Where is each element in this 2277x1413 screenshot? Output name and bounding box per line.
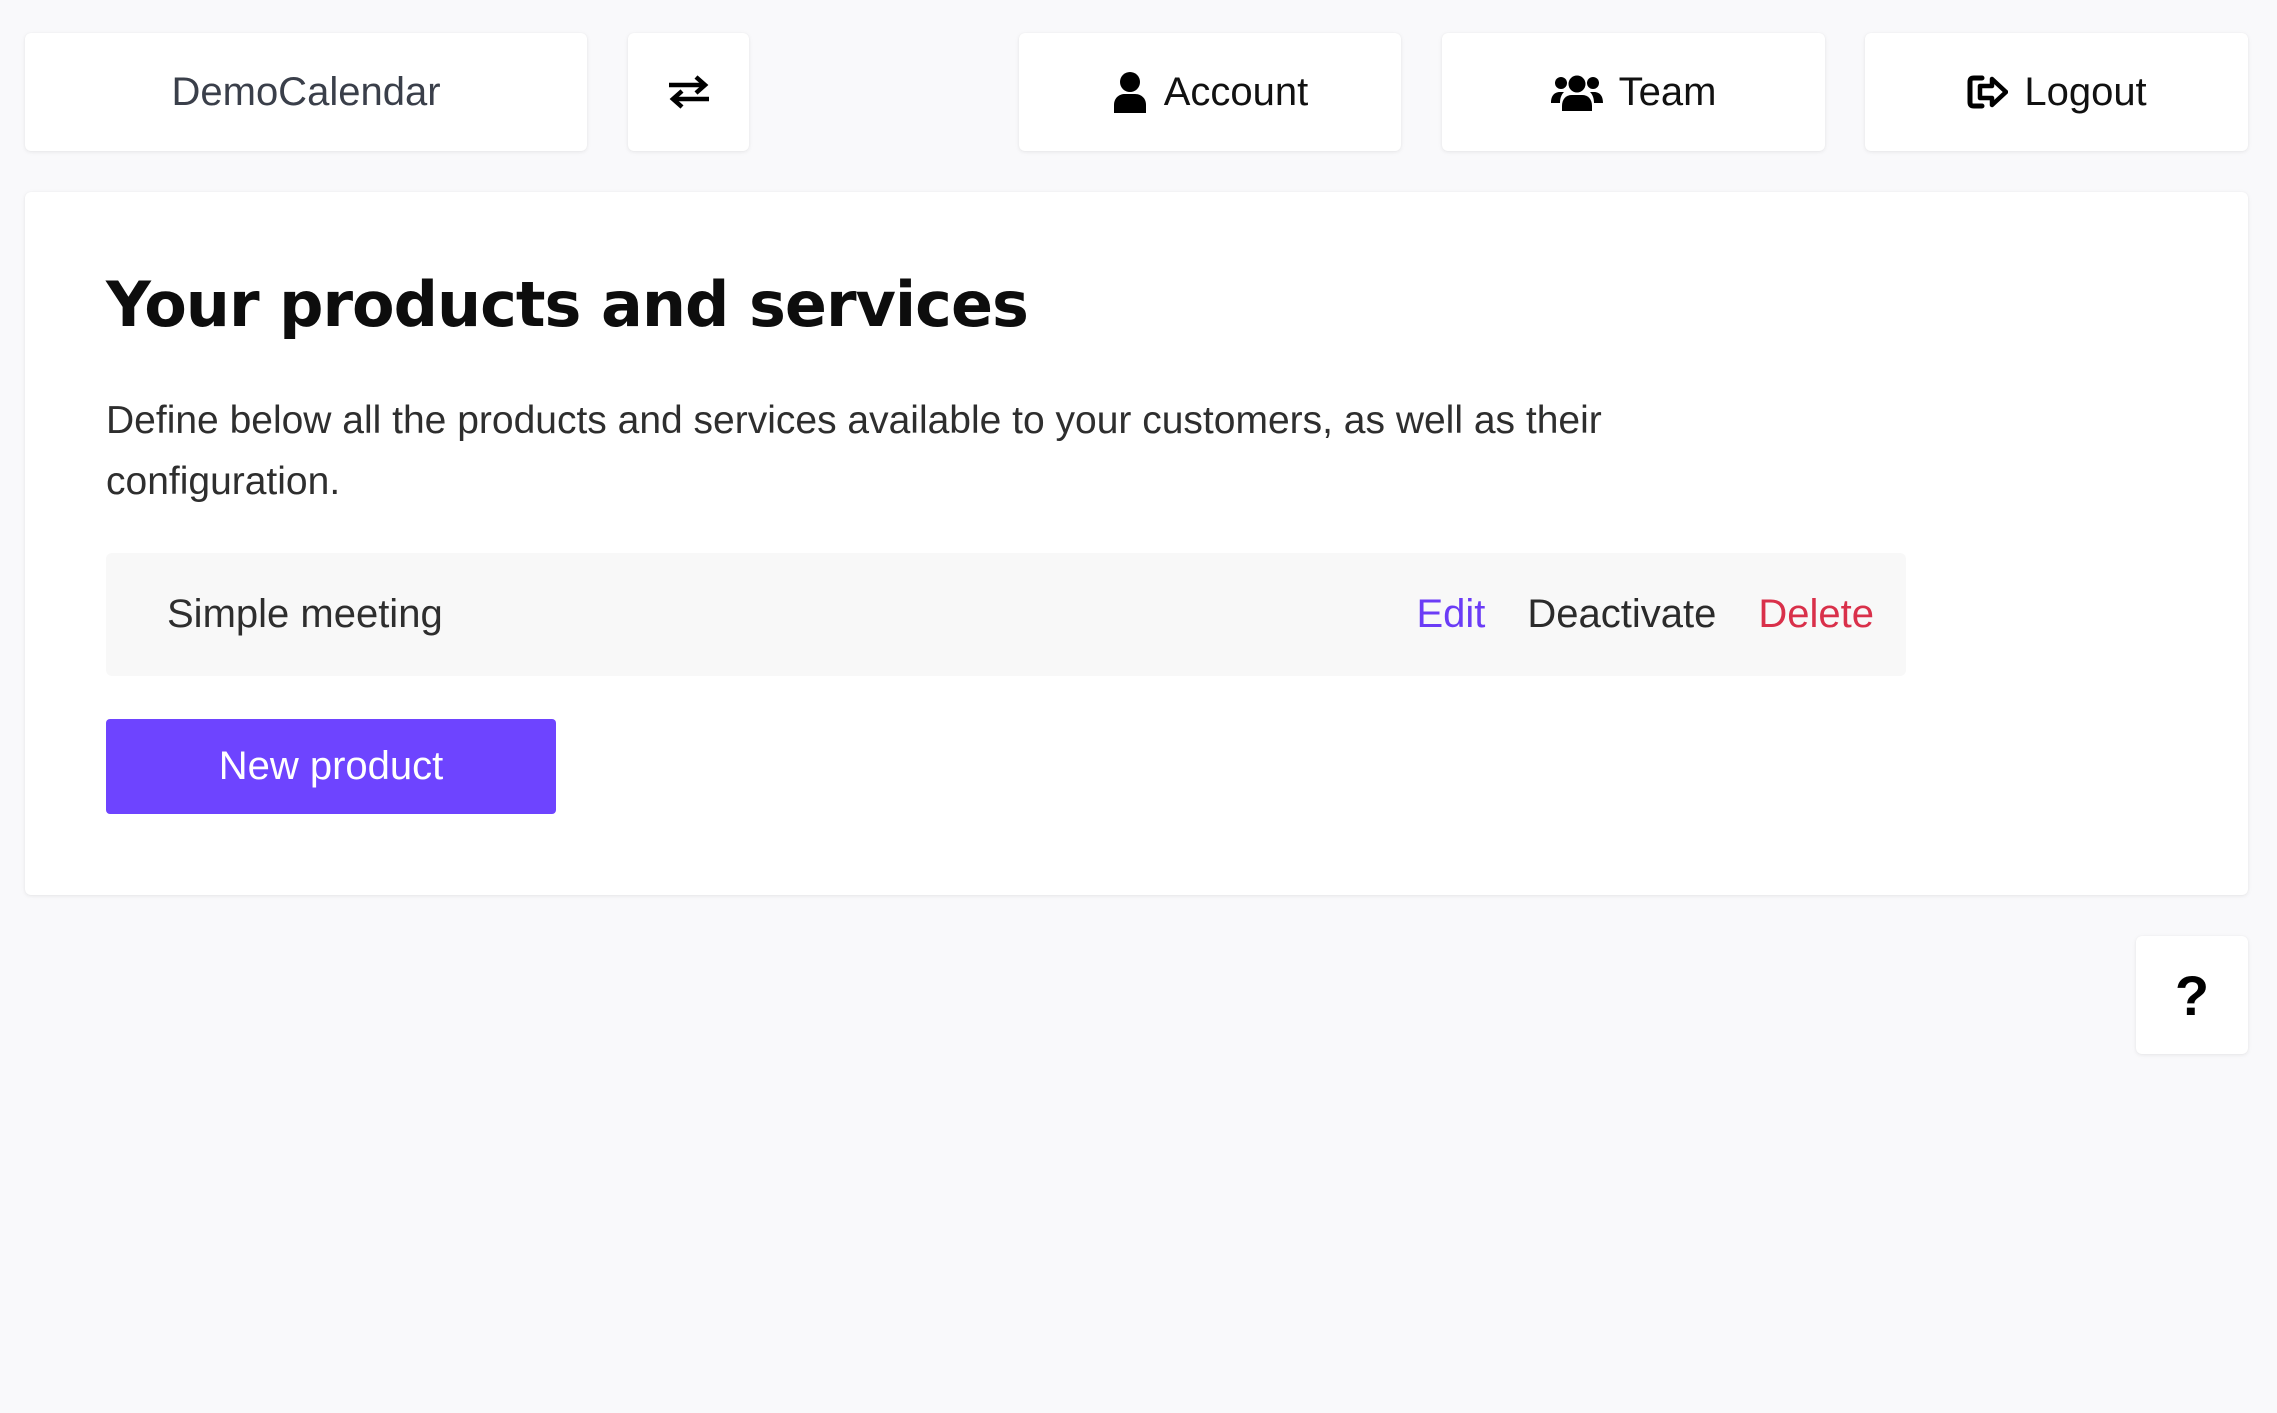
- edit-link[interactable]: Edit: [1416, 592, 1485, 637]
- help-button[interactable]: ?: [2136, 936, 2248, 1054]
- users-icon: [1550, 73, 1603, 111]
- products-panel: Your products and services Define below …: [25, 192, 2248, 895]
- product-actions: Edit Deactivate Delete: [1416, 553, 1874, 676]
- new-product-button[interactable]: New product: [106, 719, 556, 814]
- question-icon: ?: [2174, 963, 2210, 1027]
- team-button[interactable]: Team: [1442, 33, 1825, 151]
- swap-arrows-icon: [667, 74, 711, 110]
- product-row: Simple meeting Edit Deactivate Delete: [106, 553, 1906, 676]
- switch-calendar-button[interactable]: [628, 33, 749, 151]
- product-name: Simple meeting: [167, 592, 443, 636]
- logout-label: Logout: [2024, 69, 2147, 114]
- team-label: Team: [1618, 69, 1717, 114]
- account-button[interactable]: Account: [1019, 33, 1401, 151]
- brand-label: DemoCalendar: [171, 69, 441, 114]
- user-icon: [1112, 71, 1148, 113]
- brand-button[interactable]: DemoCalendar: [25, 33, 587, 151]
- deactivate-link[interactable]: Deactivate: [1527, 592, 1716, 637]
- account-label: Account: [1163, 69, 1309, 114]
- sign-out-icon: [1966, 74, 2009, 110]
- page-title: Your products and services: [106, 268, 1029, 341]
- logout-button[interactable]: Logout: [1865, 33, 2248, 151]
- delete-link[interactable]: Delete: [1758, 592, 1874, 637]
- page-description: Define below all the products and servic…: [106, 399, 1602, 503]
